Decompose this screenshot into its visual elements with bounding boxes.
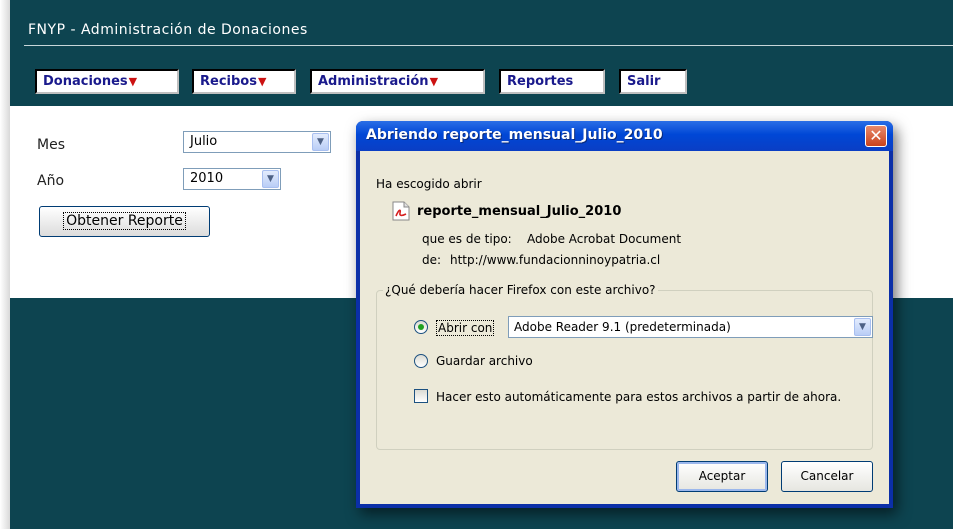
accept-button[interactable]: Aceptar (676, 461, 768, 492)
chevron-down-icon[interactable]: ▼ (854, 318, 871, 336)
from-value: http://www.fundacionninoypatria.cl (450, 253, 661, 267)
dropdown-arrow-icon: ▼ (429, 75, 439, 88)
menu-administracion-label: Administración (318, 74, 429, 89)
auto-action-checkbox[interactable] (414, 389, 428, 403)
menu-administracion[interactable]: Administración▼ (310, 69, 485, 94)
chevron-down-icon[interactable]: ▼ (262, 170, 279, 188)
dropdown-arrow-icon: ▼ (257, 75, 267, 88)
menu-reportes-label: Reportes (507, 74, 574, 89)
action-question: ¿Qué debería hacer Firefox con este arch… (383, 283, 658, 297)
year-value: 2010 (190, 171, 224, 186)
menu-recibos[interactable]: Recibos▼ (192, 69, 296, 94)
open-with-label[interactable]: Abrir con (436, 320, 495, 336)
menu-donaciones[interactable]: Donaciones▼ (35, 69, 179, 94)
type-value: Adobe Acrobat Document (527, 232, 682, 246)
get-report-label: Obtener Reporte (63, 212, 186, 230)
from-label: de: (422, 253, 442, 267)
left-margin (0, 0, 10, 529)
open-file-dialog: Abriendo reporte_mensual_Julio_2010 ✕ Ha… (356, 121, 893, 508)
save-file-radio[interactable] (414, 354, 428, 368)
action-groupbox (376, 290, 873, 450)
menu-salir-label: Salir (627, 74, 661, 89)
menu-donaciones-label: Donaciones (43, 74, 128, 89)
open-with-app-value: Adobe Reader 9.1 (predeterminada) (514, 320, 731, 334)
dialog-body: Ha escogido abrir reporte_mensual_Julio_… (360, 151, 889, 504)
open-with-radio[interactable] (414, 320, 428, 334)
get-report-button[interactable]: Obtener Reporte (39, 206, 210, 237)
pdf-file-icon (392, 201, 410, 221)
month-label: Mes (37, 137, 65, 153)
menu-salir[interactable]: Salir (619, 69, 687, 94)
menu-reportes[interactable]: Reportes (499, 69, 605, 94)
title-divider (24, 45, 953, 46)
month-value: Julio (190, 134, 218, 149)
cancel-button[interactable]: Cancelar (781, 461, 873, 492)
dropdown-arrow-icon: ▼ (128, 75, 138, 88)
dialog-intro: Ha escogido abrir (376, 177, 482, 191)
close-icon[interactable]: ✕ (865, 125, 887, 147)
year-select[interactable]: 2010 ▼ (183, 168, 281, 190)
year-label: Año (37, 173, 65, 189)
dialog-titlebar[interactable]: Abriendo reporte_mensual_Julio_2010 ✕ (356, 121, 893, 151)
month-select[interactable]: Julio ▼ (183, 131, 331, 153)
menu-recibos-label: Recibos (200, 74, 257, 89)
open-with-app-select[interactable]: Adobe Reader 9.1 (predeterminada) ▼ (508, 316, 873, 338)
dialog-title: Abriendo reporte_mensual_Julio_2010 (366, 127, 663, 143)
save-file-label[interactable]: Guardar archivo (436, 354, 533, 368)
chevron-down-icon[interactable]: ▼ (312, 133, 329, 151)
file-name: reporte_mensual_Julio_2010 (417, 204, 622, 219)
app-title: FNYP - Administración de Donaciones (28, 22, 308, 38)
type-label: que es de tipo: (422, 232, 512, 246)
auto-action-label[interactable]: Hacer esto automáticamente para estos ar… (436, 390, 841, 404)
